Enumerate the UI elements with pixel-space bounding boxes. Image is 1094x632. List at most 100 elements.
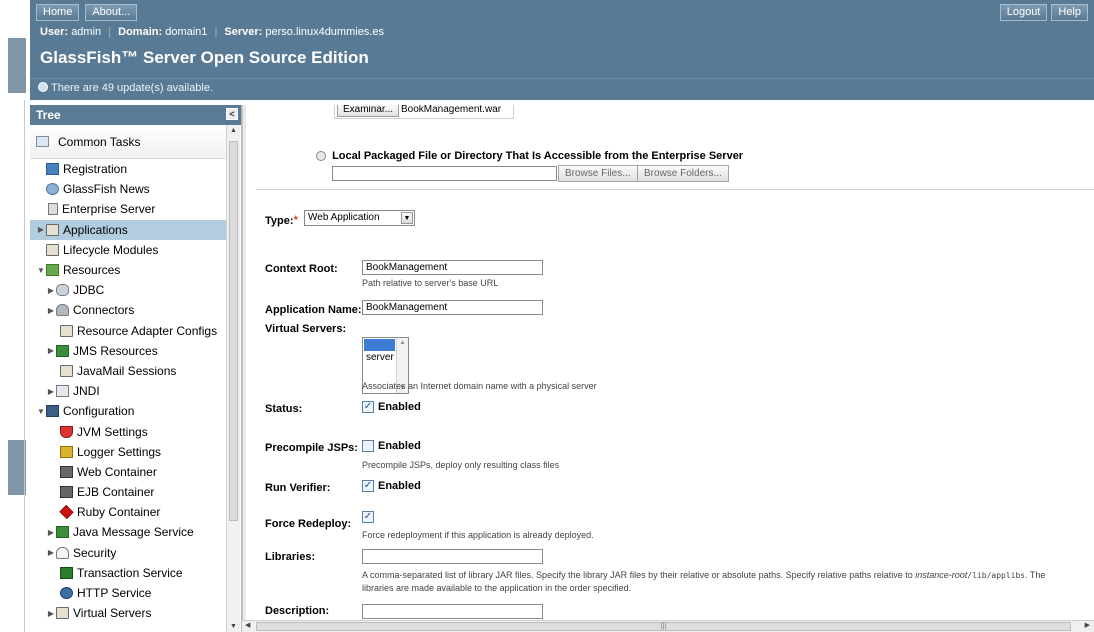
tree-item-logger-settings[interactable]: Logger Settings <box>30 442 226 462</box>
tree-item-registration[interactable]: Registration <box>30 159 226 179</box>
scroll-right-arrow-icon[interactable]: ▶ <box>1085 621 1090 629</box>
tree-item-label[interactable]: Java Message Service <box>73 525 194 539</box>
expand-arrow-icon[interactable]: ▶ <box>46 387 56 396</box>
browse-folders-button[interactable]: Browse Folders... <box>637 165 729 182</box>
session-info: User: admin | Domain: domain1 | Server: … <box>40 26 384 38</box>
tree-item-label[interactable]: Transaction Service <box>77 566 183 580</box>
tree-scroll-thumb[interactable] <box>229 141 238 521</box>
type-select[interactable]: Web Application ▼ <box>304 210 415 226</box>
tree-item-security[interactable]: ▶ Security <box>30 543 226 563</box>
tree-item-ruby-container[interactable]: Ruby Container <box>30 502 226 522</box>
scroll-left-arrow-icon[interactable]: ◀ <box>245 621 250 629</box>
tree-item-label[interactable]: JavaMail Sessions <box>77 364 176 378</box>
tree-item-jms-resources[interactable]: ▶ JMS Resources <box>30 341 226 361</box>
precompile-checkbox[interactable]: ✓ <box>362 440 374 453</box>
tree-item-label[interactable]: JNDI <box>73 384 100 398</box>
type-select-value[interactable]: Web Application <box>308 212 380 223</box>
horizontal-scroll-thumb[interactable]: ||| <box>256 622 1071 631</box>
tree-item-applications[interactable]: ▶ Applications <box>30 219 226 240</box>
expand-arrow-icon[interactable]: ▶ <box>46 306 56 315</box>
update-text[interactable]: There are 49 update(s) available. <box>51 82 213 94</box>
tree-item-label[interactable]: Virtual Servers <box>73 606 151 620</box>
tree-item-label[interactable]: JVM Settings <box>77 425 148 439</box>
collapse-arrow-icon[interactable]: ▼ <box>36 407 46 416</box>
container-icon <box>60 486 73 499</box>
libraries-input[interactable] <box>362 549 543 564</box>
home-button[interactable]: Home <box>36 4 80 21</box>
tree-item-label[interactable]: Connectors <box>73 303 134 317</box>
tree-item-virtual-servers[interactable]: ▶ Virtual Servers <box>30 603 226 623</box>
scroll-down-arrow-icon[interactable]: ▼ <box>230 623 237 630</box>
tree-item-label[interactable]: Resources <box>63 263 120 277</box>
tree-item-label[interactable]: Registration <box>63 162 127 176</box>
run-verifier-checkbox[interactable]: ✓ <box>362 480 374 493</box>
tree-item-label[interactable]: Logger Settings <box>77 445 161 459</box>
tree-item-label[interactable]: Resource Adapter Configs <box>77 324 217 338</box>
tree-item-label[interactable]: Configuration <box>63 404 134 418</box>
update-notice[interactable]: There are 49 update(s) available. <box>30 78 1094 100</box>
tree-item-label[interactable]: Applications <box>63 223 128 237</box>
context-root-input[interactable]: BookManagement <box>362 260 543 275</box>
virtual-servers-label: Virtual Servers: <box>265 323 347 335</box>
content-horizontal-scrollbar[interactable]: ◀ ||| ▶ <box>242 620 1094 632</box>
expand-arrow-icon[interactable]: ▶ <box>46 528 56 537</box>
tree-item-label[interactable]: EJB Container <box>77 485 154 499</box>
tree-item-ejb-container[interactable]: EJB Container <box>30 482 226 502</box>
libraries-help-emphasis: instance-root <box>915 570 968 580</box>
tree-item-javamail-sessions[interactable]: JavaMail Sessions <box>30 361 226 381</box>
tree-item-label[interactable]: GlassFish News <box>63 182 150 196</box>
tree-item-label[interactable]: JDBC <box>73 283 104 297</box>
expand-arrow-icon[interactable]: ▶ <box>46 286 56 295</box>
expand-arrow-icon[interactable]: ▶ <box>36 225 46 234</box>
tree-item-label[interactable]: JMS Resources <box>73 344 158 358</box>
tree-item-label[interactable]: Web Container <box>77 465 157 479</box>
tree-item-resource-adapter-configs[interactable]: Resource Adapter Configs <box>30 321 226 341</box>
tree-item-java-message-service[interactable]: ▶ Java Message Service <box>30 522 226 542</box>
tree-item-label[interactable]: HTTP Service <box>77 586 151 600</box>
common-tasks-node[interactable]: Common Tasks <box>30 125 226 159</box>
scroll-up-arrow-icon[interactable]: ▲ <box>230 127 237 134</box>
security-icon <box>56 546 69 559</box>
about-button[interactable]: About... <box>85 4 138 21</box>
tree-item-transaction-service[interactable]: Transaction Service <box>30 563 226 583</box>
tree-item-enterprise-server[interactable]: Enterprise Server <box>30 199 226 219</box>
collapse-arrow-icon[interactable]: ▼ <box>36 266 46 275</box>
tree-item-connectors[interactable]: ▶ Connectors <box>30 300 226 320</box>
tree-item-label[interactable]: Security <box>73 546 116 560</box>
tree-item-jdbc[interactable]: ▶ JDBC <box>30 280 226 300</box>
force-redeploy-checkbox[interactable]: ✓ <box>362 511 374 524</box>
tree-item-resources[interactable]: ▼ Resources <box>30 260 226 280</box>
expand-arrow-icon[interactable]: ▶ <box>46 548 56 557</box>
tree-item-glassfish-news[interactable]: GlassFish News <box>30 179 226 199</box>
tree-item-lifecycle-modules[interactable]: Lifecycle Modules <box>30 240 226 260</box>
collapse-tree-button[interactable]: < <box>226 108 238 120</box>
user-value: admin <box>71 26 102 38</box>
app-name-input[interactable]: BookManagement <box>362 300 543 315</box>
tree-item-http-service[interactable]: HTTP Service <box>30 583 226 603</box>
tree-item-web-container[interactable]: Web Container <box>30 462 226 482</box>
status-enabled-checkbox[interactable]: ✓ <box>362 401 374 414</box>
browse-file-button[interactable]: Examinar... <box>337 105 400 117</box>
expand-arrow-icon[interactable]: ▶ <box>46 609 56 618</box>
tree-item-label[interactable]: Enterprise Server <box>62 202 155 216</box>
navigation-tree: Tree < Common Tasks Registration GlassFi… <box>30 105 242 632</box>
listbox-selected-row[interactable] <box>364 339 395 351</box>
libraries-help-code: /lib/applibs <box>967 571 1026 580</box>
local-file-label: Local Packaged File or Directory That Is… <box>332 150 744 162</box>
tree-item-jvm-settings[interactable]: JVM Settings <box>30 421 226 441</box>
tree-scrollbar[interactable]: ▲ ▼ <box>226 125 240 632</box>
common-tasks-label[interactable]: Common Tasks <box>58 135 140 149</box>
local-file-radio[interactable] <box>316 151 326 162</box>
description-input[interactable] <box>362 604 543 619</box>
expand-arrow-icon[interactable]: ▶ <box>46 346 56 355</box>
local-path-input[interactable] <box>332 166 557 181</box>
virtual-servers-help: Associates an Internet domain name with … <box>362 381 597 391</box>
tree-item-jndi[interactable]: ▶ JNDI <box>30 381 226 401</box>
browse-files-button[interactable]: Browse Files... <box>558 165 638 182</box>
tree-item-configuration[interactable]: ▼ Configuration <box>30 401 226 421</box>
tree-item-label[interactable]: Lifecycle Modules <box>63 243 158 257</box>
help-button[interactable]: Help <box>1051 4 1088 21</box>
logout-button[interactable]: Logout <box>999 4 1048 21</box>
tree-item-label[interactable]: Ruby Container <box>77 505 160 519</box>
dropdown-arrow-icon[interactable]: ▼ <box>401 212 413 224</box>
